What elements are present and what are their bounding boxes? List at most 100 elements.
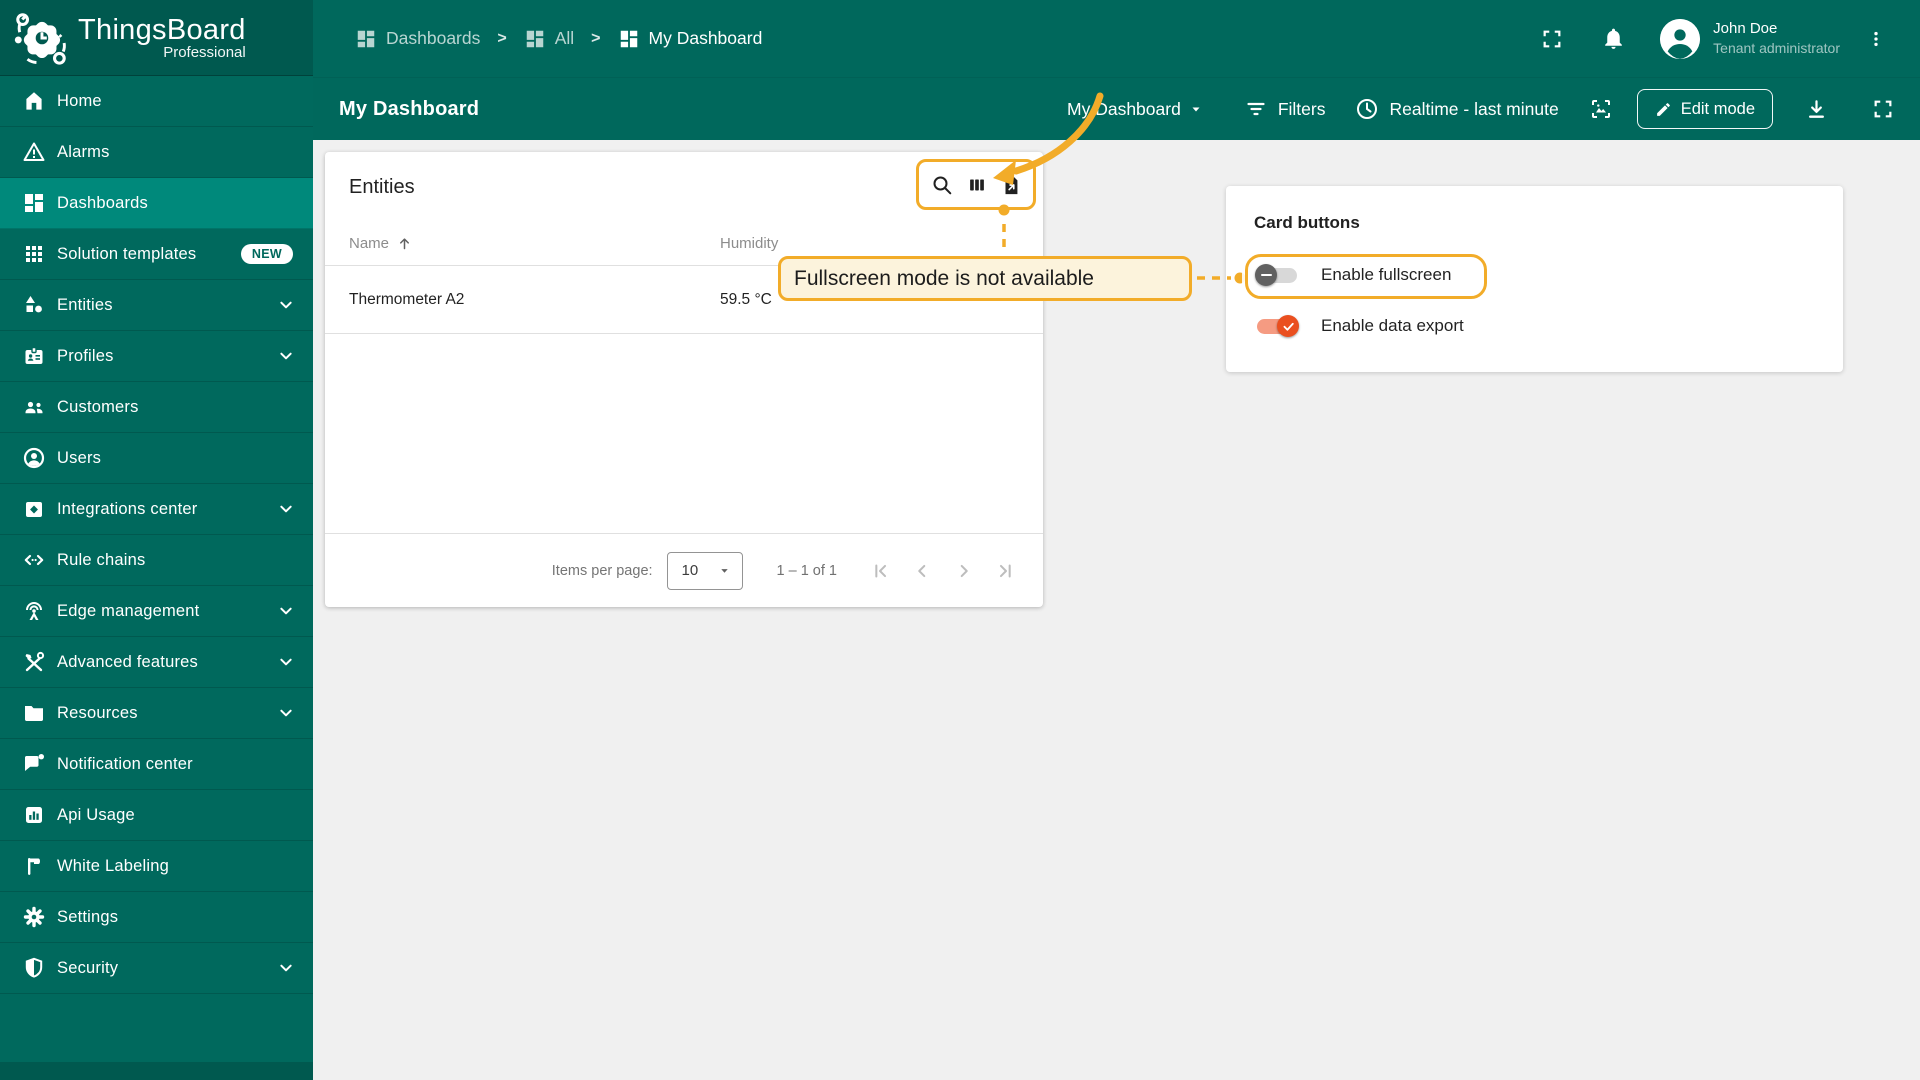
column-header-humidity[interactable]: Humidity bbox=[720, 235, 1019, 252]
user-info[interactable]: John Doe Tenant administrator bbox=[1713, 19, 1840, 57]
caret-down-icon bbox=[719, 565, 730, 576]
clock-icon bbox=[1355, 97, 1379, 121]
pencil-icon bbox=[1655, 101, 1672, 118]
toggle-knob-minus-icon bbox=[1255, 264, 1277, 286]
sort-asc-icon bbox=[397, 236, 412, 251]
sidebar-item-customers[interactable]: Customers bbox=[0, 382, 313, 433]
enable-data-export-toggle[interactable] bbox=[1255, 315, 1299, 337]
chevron-down-icon bbox=[279, 706, 293, 720]
chevron-down-icon bbox=[279, 298, 293, 312]
widget-actions-highlight-box bbox=[916, 159, 1036, 210]
toggle-label: Enable data export bbox=[1321, 316, 1464, 335]
badge-icon bbox=[22, 344, 46, 368]
rule-chain-icon bbox=[22, 548, 46, 572]
sidebar-menu: Home Alarms Dashboards Solution template… bbox=[0, 76, 313, 994]
prev-page-button[interactable] bbox=[907, 556, 937, 586]
image-icon bbox=[1589, 97, 1613, 121]
dashboard-image-button[interactable] bbox=[1589, 97, 1613, 121]
sidebar-item-home[interactable]: Home bbox=[0, 76, 313, 127]
filters-label: Filters bbox=[1277, 98, 1326, 119]
tools-icon bbox=[22, 650, 46, 674]
sidebar-item-label: Settings bbox=[57, 907, 119, 926]
sidebar-item-label: Resources bbox=[57, 703, 138, 722]
avatar[interactable] bbox=[1660, 18, 1701, 59]
last-page-button[interactable] bbox=[991, 556, 1021, 586]
page-range-label: 1 – 1 of 1 bbox=[776, 562, 837, 579]
sidebar-item-rule-chains[interactable]: Rule chains bbox=[0, 535, 313, 586]
app-logo[interactable]: ThingsBoard Professional bbox=[0, 0, 313, 76]
sidebar-item-settings[interactable]: Settings bbox=[0, 892, 313, 943]
sidebar-item-dashboards[interactable]: Dashboards bbox=[0, 178, 313, 229]
more-menu-button[interactable] bbox=[1866, 28, 1886, 50]
enable-fullscreen-toggle[interactable] bbox=[1255, 264, 1299, 286]
column-header-name[interactable]: Name bbox=[349, 235, 720, 252]
card-buttons-title: Card buttons bbox=[1254, 213, 1360, 232]
fullscreen-button[interactable] bbox=[1541, 28, 1563, 50]
new-badge: NEW bbox=[240, 244, 293, 264]
timewindow-button[interactable]: Realtime - last minute bbox=[1355, 97, 1559, 121]
dashboard-select-value: My Dashboard bbox=[1067, 98, 1181, 119]
next-page-button[interactable] bbox=[949, 556, 979, 586]
sidebar-item-advanced-features[interactable]: Advanced features bbox=[0, 637, 313, 688]
dashboard-state-select[interactable]: My Dashboard bbox=[1067, 99, 1202, 120]
alarm-icon bbox=[22, 140, 46, 164]
dashboards-icon bbox=[22, 191, 46, 215]
card-buttons-panel: Card buttons Enable fullscreen Enable da… bbox=[1226, 186, 1843, 372]
folder-icon bbox=[22, 701, 46, 725]
sidebar-item-notification-center[interactable]: Notification center bbox=[0, 739, 313, 790]
filters-button[interactable]: Filters bbox=[1244, 97, 1326, 121]
items-per-page-value: 10 bbox=[681, 562, 699, 579]
grid-icon bbox=[22, 242, 46, 266]
chevron-down-icon bbox=[279, 604, 293, 618]
sidebar-item-solution-templates[interactable]: Solution templates NEW bbox=[0, 229, 313, 280]
sidebar-item-profiles[interactable]: Profiles bbox=[0, 331, 313, 382]
sidebar-item-label: Dashboards bbox=[57, 193, 148, 212]
table-empty-space bbox=[325, 334, 1043, 533]
toolbar-fullscreen-button[interactable] bbox=[1872, 98, 1894, 120]
user-name: John Doe bbox=[1713, 20, 1778, 38]
pagination-bar: Items per page: 10 1 – 1 of 1 bbox=[325, 533, 1043, 607]
annotation-tooltip: Fullscreen mode is not available bbox=[778, 256, 1192, 301]
sidebar-item-label: White Labeling bbox=[57, 856, 169, 875]
dashboard-toolbar: My Dashboard My Dashboard Filters Realti… bbox=[313, 78, 1920, 140]
breadcrumb-separator: > bbox=[591, 29, 601, 47]
sidebar-item-api-usage[interactable]: Api Usage bbox=[0, 790, 313, 841]
items-per-page-select[interactable]: 10 bbox=[666, 551, 743, 590]
notifications-button[interactable] bbox=[1601, 26, 1626, 51]
page-title: My Dashboard bbox=[339, 97, 480, 120]
timewindow-label: Realtime - last minute bbox=[1389, 98, 1559, 119]
sidebar-item-white-labeling[interactable]: White Labeling bbox=[0, 841, 313, 892]
enable-data-export-row: Enable data export bbox=[1226, 304, 1843, 348]
columns-button[interactable] bbox=[966, 174, 988, 196]
people-icon bbox=[22, 395, 46, 419]
sidebar: ThingsBoard Professional Home Alarms Das… bbox=[0, 0, 313, 1080]
breadcrumb-label: All bbox=[554, 28, 575, 48]
sidebar-item-users[interactable]: Users bbox=[0, 433, 313, 484]
person-icon bbox=[22, 446, 46, 470]
enable-fullscreen-row: Enable fullscreen bbox=[1226, 253, 1843, 297]
kebab-menu-icon bbox=[1866, 28, 1886, 50]
sidebar-item-entities[interactable]: Entities bbox=[0, 280, 313, 331]
breadcrumb-dashboards[interactable]: Dashboards bbox=[355, 28, 480, 50]
breadcrumb-my-dashboard[interactable]: My Dashboard bbox=[618, 28, 762, 50]
search-button[interactable] bbox=[930, 173, 954, 197]
sidebar-item-label: Home bbox=[57, 91, 102, 110]
entities-widget: Entities Name Humidity Thermometer A2 59… bbox=[325, 152, 1043, 607]
download-button[interactable] bbox=[1805, 98, 1828, 121]
export-button[interactable] bbox=[1000, 174, 1022, 196]
first-page-button[interactable] bbox=[865, 556, 895, 586]
sidebar-item-resources[interactable]: Resources bbox=[0, 688, 313, 739]
toggle-label: Enable fullscreen bbox=[1321, 265, 1452, 284]
sidebar-item-edge-management[interactable]: Edge management bbox=[0, 586, 313, 637]
edit-mode-button[interactable]: Edit mode bbox=[1636, 89, 1773, 129]
sidebar-item-security[interactable]: Security bbox=[0, 943, 313, 994]
breadcrumb-all[interactable]: All bbox=[524, 28, 574, 50]
dashboard-icon bbox=[524, 28, 546, 50]
flag-icon bbox=[22, 854, 46, 878]
sidebar-item-alarms[interactable]: Alarms bbox=[0, 127, 313, 178]
dashboard-icon bbox=[355, 28, 377, 50]
sidebar-item-label: Advanced features bbox=[57, 652, 198, 671]
sidebar-item-integrations-center[interactable]: Integrations center bbox=[0, 484, 313, 535]
chevron-down-icon bbox=[279, 502, 293, 516]
cell-name: Thermometer A2 bbox=[349, 290, 465, 308]
